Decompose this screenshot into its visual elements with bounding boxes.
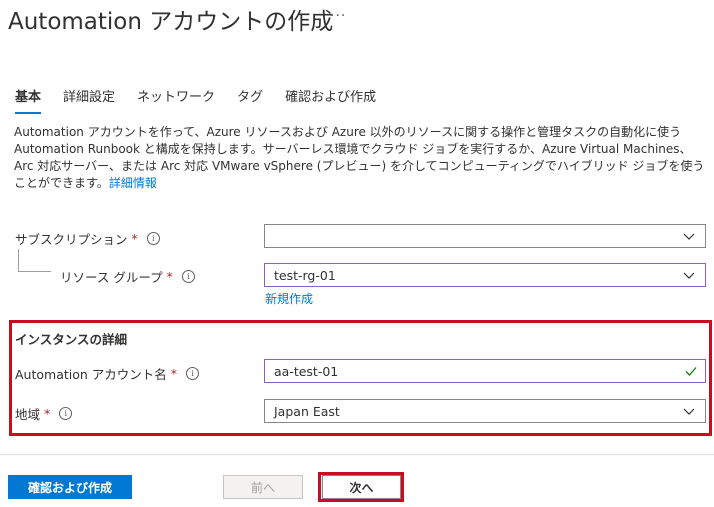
region-label: 地域 * i: [15, 404, 73, 423]
resource-group-dropdown[interactable]: test-rg-01: [264, 263, 706, 287]
required-mark: *: [170, 366, 178, 381]
info-icon[interactable]: i: [186, 367, 200, 380]
subscription-dropdown[interactable]: [264, 224, 706, 248]
required-mark: *: [166, 269, 173, 284]
page-title: Automation アカウントの作成: [8, 9, 334, 35]
footer-divider: [0, 454, 714, 455]
tab-advanced[interactable]: 詳細設定: [63, 86, 115, 114]
region-dropdown[interactable]: Japan East: [264, 399, 706, 423]
learn-more-link[interactable]: 詳細情報: [109, 176, 157, 190]
next-button-highlight: [318, 472, 404, 502]
account-name-label: Automation アカウント名 * i: [15, 364, 200, 383]
account-name-label-text: Automation アカウント名: [15, 367, 167, 382]
chevron-down-icon: [683, 233, 695, 240]
review-create-button[interactable]: 確認および作成: [8, 475, 132, 499]
region-value: Japan East: [274, 403, 340, 419]
description: Automation アカウントを作って、Azure リソースおよび Azure…: [14, 124, 708, 192]
previous-button[interactable]: 前へ: [223, 475, 303, 499]
account-name-input[interactable]: aa-test-01: [264, 359, 706, 383]
chevron-down-icon: [683, 408, 695, 415]
info-icon[interactable]: i: [59, 407, 73, 420]
info-icon[interactable]: i: [146, 232, 160, 245]
info-icon[interactable]: i: [181, 270, 195, 283]
resource-group-label: リソース グループ * i: [60, 267, 195, 286]
resource-group-label-text: リソース グループ: [60, 270, 163, 285]
subscription-label-text: サブスクリプション: [15, 232, 128, 247]
tab-networking[interactable]: ネットワーク: [137, 86, 215, 114]
resource-group-value: test-rg-01: [274, 267, 336, 283]
create-new-resource-group-link[interactable]: 新規作成: [265, 290, 313, 307]
tree-connector: [18, 249, 19, 271]
required-mark: *: [131, 231, 138, 246]
tree-connector: [18, 271, 51, 272]
tab-bar: 基本 詳細設定 ネットワーク タグ 確認および作成: [15, 86, 398, 114]
more-options-button[interactable]: ···: [330, 8, 346, 24]
chevron-down-icon: [683, 272, 695, 279]
tab-review-create[interactable]: 確認および作成: [285, 86, 376, 114]
tab-tags[interactable]: タグ: [237, 86, 263, 114]
tab-basics[interactable]: 基本: [15, 86, 42, 114]
account-name-value: aa-test-01: [274, 363, 339, 379]
region-label-text: 地域: [15, 407, 41, 422]
instance-details-heading: インスタンスの詳細: [15, 332, 128, 347]
required-mark: *: [44, 406, 51, 421]
subscription-label: サブスクリプション * i: [15, 229, 160, 248]
checkmark-icon: [685, 367, 697, 376]
